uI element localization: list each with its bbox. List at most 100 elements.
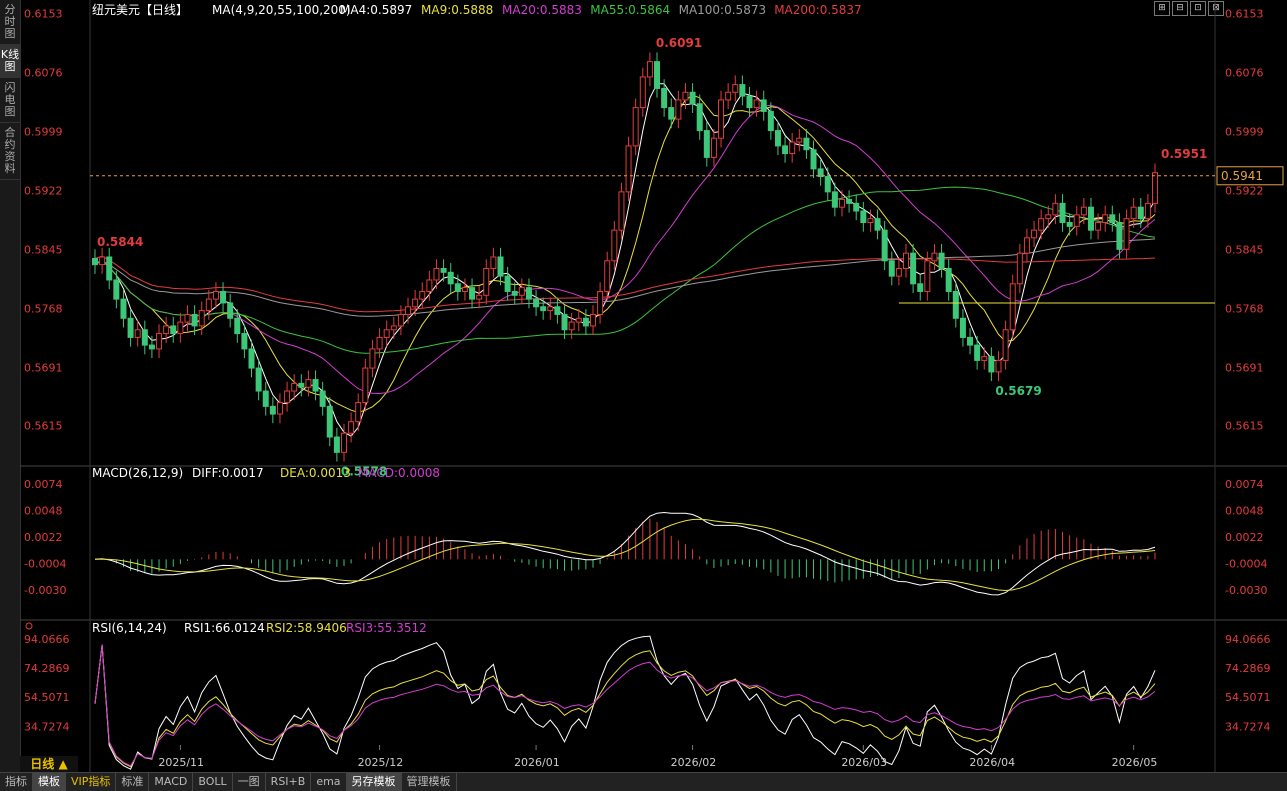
rsi-tick-left: 74.2869 [24, 662, 70, 675]
ma-value-1: MA9:0.5888 [421, 3, 493, 17]
candle [490, 256, 497, 269]
macd-tick-right: 0.0022 [1225, 531, 1264, 544]
bottom-tab-1[interactable]: 模板 [33, 773, 66, 791]
candle [212, 290, 219, 300]
candle [234, 317, 241, 335]
macd-diff-line [94, 511, 1156, 596]
rsi-tick-right: 34.7274 [1225, 720, 1271, 733]
candle [767, 110, 774, 132]
period-selector[interactable]: 日线 ▲ [20, 756, 78, 772]
rsi-settings-icon [25, 622, 33, 630]
candle [340, 432, 347, 453]
sidebar-tab-2[interactable]: 闪电图 [0, 78, 20, 123]
candle [177, 321, 184, 335]
candle [732, 84, 739, 93]
candle [782, 145, 789, 155]
candle [191, 313, 198, 327]
candle [974, 344, 981, 361]
bottom-tab-7[interactable]: RSI+B [266, 773, 312, 791]
rsi1-value: RSI1:66.0124 [184, 621, 265, 635]
bottom-tab-4[interactable]: MACD [149, 773, 194, 791]
bottom-tab-2[interactable]: VIP指标 [66, 773, 117, 791]
bottom-tab-8[interactable]: ema [311, 773, 347, 791]
bottom-tab-6[interactable]: 一图 [233, 773, 266, 791]
candle [348, 421, 355, 434]
candle [1123, 218, 1130, 250]
candle [518, 287, 525, 296]
candle [774, 130, 781, 147]
chart-canvas[interactable]: 纽元美元【日线】 MA(4,9,20,55,100,200)MA4:0.5897 M… [20, 0, 1287, 772]
candle [1080, 206, 1087, 216]
candle [582, 317, 589, 327]
candle [689, 91, 696, 105]
macd-tick-left: -0.0030 [24, 584, 66, 597]
macd-dea-line [94, 518, 1156, 592]
rsi-label: RSI(6,14,24) [92, 621, 167, 635]
rsi-tick-left: 54.5071 [24, 691, 70, 704]
bottom-tab-0[interactable]: 指标 [0, 773, 33, 791]
rsi-tick-right: 54.5071 [1225, 691, 1271, 704]
candle [127, 317, 134, 338]
candle [419, 290, 426, 300]
macd-tick-right: 0.0074 [1225, 478, 1264, 491]
price-annotation: 0.5951 [1161, 147, 1207, 161]
candle [156, 333, 163, 350]
candle [867, 218, 874, 224]
bottom-tab-3[interactable]: 标准 [116, 773, 150, 791]
candle [1087, 206, 1094, 231]
rsi-tick-left: 34.7274 [24, 720, 70, 733]
candle [838, 199, 845, 208]
ma-line-55 [94, 186, 1156, 354]
candle [988, 356, 995, 373]
current-price-label: 0.5941 [1221, 169, 1263, 183]
price-tick-right: 0.5845 [1225, 243, 1264, 256]
sidebar-tab-1[interactable]: K线图 [0, 45, 20, 78]
price-annotation: 0.5679 [995, 384, 1041, 398]
candle [198, 310, 205, 327]
sidebar-tab-3[interactable]: 合约资料 [0, 123, 20, 180]
candle [803, 137, 810, 151]
candle [454, 283, 461, 292]
candle [148, 344, 155, 350]
bottom-tab-9[interactable]: 另存模板 [346, 773, 402, 791]
candle [397, 313, 404, 327]
bottom-tab-10[interactable]: 管理模板 [402, 773, 457, 791]
candle [241, 333, 248, 350]
date-label: 2026/01 [514, 756, 560, 769]
macd-tick-right: -0.0030 [1225, 584, 1267, 597]
macd-tick-left: 0.0074 [24, 478, 63, 491]
ma-value-2: MA20:0.5883 [502, 3, 582, 17]
candle [369, 348, 376, 369]
candle [412, 298, 419, 308]
macd-diff: DIFF:0.0017 [192, 466, 264, 480]
macd-label: MACD(26,12,9) [92, 466, 183, 480]
price-tick-right: 0.5768 [1225, 302, 1264, 315]
candle [92, 258, 98, 266]
candle [931, 252, 938, 262]
candle [298, 382, 305, 388]
candle [184, 313, 191, 323]
candle [874, 218, 881, 231]
candle [291, 382, 298, 392]
price-tick-left: 0.5691 [24, 361, 63, 374]
macd-tick-right: -0.0004 [1225, 557, 1267, 570]
candle [675, 99, 682, 120]
candle [163, 325, 170, 335]
sidebar-tab-0[interactable]: 分时图 [0, 0, 20, 45]
candle [888, 260, 895, 277]
price-tick-left: 0.5615 [24, 420, 63, 433]
candle [511, 290, 518, 296]
candle [1144, 202, 1151, 220]
ma-value-5: MA200:0.5837 [774, 3, 862, 17]
bottom-tab-5[interactable]: BOLL [193, 773, 233, 791]
rsi-tick-left: 94.0666 [24, 633, 70, 646]
candle [597, 290, 604, 315]
candle [284, 390, 291, 404]
candle [959, 317, 966, 338]
candle [1031, 229, 1038, 239]
candle [725, 91, 732, 101]
rsi-tick-right: 94.0666 [1225, 633, 1271, 646]
candle [141, 329, 148, 346]
candle [831, 191, 838, 208]
candle [1038, 218, 1045, 231]
